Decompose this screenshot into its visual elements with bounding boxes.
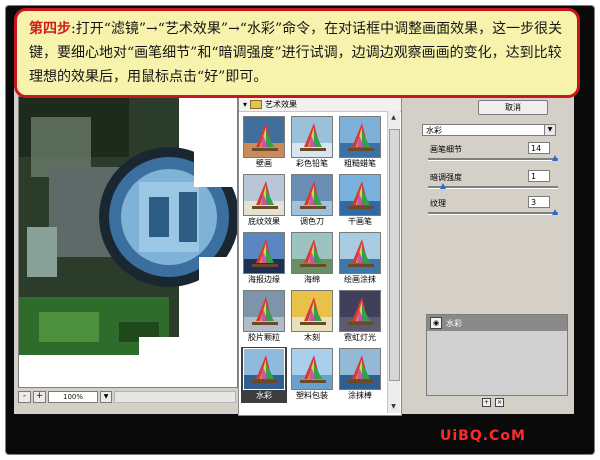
filter-thumbnail[interactable]: 粗糙蜡笔 [337,115,383,171]
sailboat-thumbnail-icon [339,174,381,216]
watercolor-preview-art [19,97,237,387]
param-label: 暗调强度 [430,173,462,182]
filter-thumbnail-label: 海报边缘 [248,275,280,284]
param-slider-row: 画笔细节 14 [422,142,558,168]
eye-icon[interactable]: ◉ [430,317,442,329]
preview-horizontal-scrollbar[interactable] [114,391,236,403]
effect-layer-label: 水彩 [446,318,462,328]
trash-icon[interactable]: × [495,398,504,407]
sailboat-thumbnail-icon [291,348,333,390]
filter-thumbnail-label: 胶片颗粒 [248,333,280,342]
filter-gallery: ▾ 艺术效果 壁画 彩色铅笔 粗糙蜡笔底纹效果 调色刀 干画笔海报边缘 海绵 绘画涂抹胶片颗… [238,96,402,416]
category-header[interactable]: ▾ 艺术效果 [239,97,401,112]
filter-thumbnail[interactable]: 霓虹灯光 [337,289,383,345]
sailboat-thumbnail-icon [339,116,381,158]
filter-thumbnail-label: 粗糙蜡笔 [344,159,376,168]
folder-icon [250,99,263,109]
filter-thumbnail[interactable]: 塑料包装 [289,347,335,403]
sailboat-thumbnail-icon [243,116,285,158]
sailboat-thumbnail-icon [291,290,333,332]
param-slider-track[interactable] [428,212,558,215]
filter-thumbnail[interactable]: 绘画涂抹 [337,231,383,287]
sailboat-thumbnail-icon [243,348,285,390]
filter-thumbnail[interactable]: 木刻 [289,289,335,345]
category-label: 艺术效果 [265,99,298,109]
instruction-banner: 第四步:打开“滤镜”→“艺术效果”→“水彩”命令，在对话框中调整画面效果，这一步… [14,8,580,98]
sailboat-thumbnail-icon [291,116,333,158]
scroll-thumb[interactable] [389,129,400,381]
options-panel: 取消 水彩 ▼ 画笔细节 14 暗调强度 1 纹理 3 ◉ 水彩 + × [406,84,574,414]
filter-thumbnail-label: 涂抹棒 [348,391,372,400]
effect-layer-row[interactable]: ◉ 水彩 [427,315,567,331]
param-value-input[interactable]: 14 [528,142,550,154]
cancel-button[interactable]: 取消 [478,100,548,115]
param-slider-row: 纹理 3 [422,196,558,222]
gallery-scrollbar[interactable]: ▲ ▼ [387,111,400,413]
filter-select[interactable]: 水彩 ▼ [422,124,556,136]
filter-thumbnail[interactable]: 底纹效果 [241,173,287,229]
filter-thumbnail-label: 调色刀 [300,217,324,226]
param-label: 画笔细节 [430,145,462,154]
sailboat-thumbnail-icon [339,348,381,390]
effect-layers-panel: ◉ 水彩 [426,314,568,396]
filter-thumbnail-label: 霓虹灯光 [344,333,376,342]
param-value-input[interactable]: 3 [528,196,550,208]
param-slider-knob[interactable] [440,183,447,189]
scroll-down-icon[interactable]: ▼ [389,402,398,411]
param-value-input[interactable]: 1 [528,170,550,182]
layer-tools: + × [482,398,504,407]
filter-grid: 壁画 彩色铅笔 粗糙蜡笔底纹效果 调色刀 干画笔海报边缘 海绵 绘画涂抹胶片颗粒 木刻 霓虹灯光… [241,115,383,403]
filter-thumbnail[interactable]: 涂抹棒 [337,347,383,403]
param-slider-row: 暗调强度 1 [422,170,558,196]
filter-thumbnail[interactable]: 彩色铅笔 [289,115,335,171]
sailboat-thumbnail-icon [243,174,285,216]
sailboat-thumbnail-icon [291,232,333,274]
sailboat-thumbnail-icon [339,232,381,274]
filter-select-value: 水彩 [426,126,442,135]
sailboat-thumbnail-icon [291,174,333,216]
site-watermark: UiBQ.CoM [440,428,526,444]
filter-thumbnail[interactable]: 水彩 [241,347,287,403]
preview-statusbar: - + 100% ▼ [18,390,236,404]
filter-thumbnail-label: 底纹效果 [248,217,280,226]
instruction-text: :打开“滤镜”→“艺术效果”→“水彩”命令，在对话框中调整画面效果，这一步很关键… [29,21,563,85]
filter-thumbnail[interactable]: 海绵 [289,231,335,287]
sailboat-thumbnail-icon [243,290,285,332]
filter-thumbnail-label: 海绵 [304,275,320,284]
filter-thumbnail[interactable]: 壁画 [241,115,287,171]
filter-thumbnail-label: 绘画涂抹 [344,275,376,284]
param-slider-knob[interactable] [552,209,558,215]
step-label: 第四步 [29,21,71,37]
zoom-in-button[interactable]: + [33,391,46,403]
filter-thumbnail[interactable]: 干画笔 [337,173,383,229]
param-slider-knob[interactable] [552,155,558,161]
filter-thumbnail-label: 壁画 [256,159,272,168]
zoom-out-button[interactable]: - [18,391,31,403]
filter-thumbnail-label: 彩色铅笔 [296,159,328,168]
chevron-down-icon: ▾ [243,99,248,109]
filter-thumbnail[interactable]: 胶片颗粒 [241,289,287,345]
filter-thumbnail-label: 塑料包装 [296,391,328,400]
filter-thumbnail-label: 水彩 [256,391,272,400]
new-layer-icon[interactable]: + [482,398,491,407]
filter-thumbnail[interactable]: 海报边缘 [241,231,287,287]
filter-thumbnail-label: 干画笔 [348,217,372,226]
preview-image[interactable] [18,96,238,388]
filter-thumbnail-label: 木刻 [304,333,320,342]
filter-dialog: - + 100% ▼ ▾ 艺术效果 壁画 彩色铅笔 粗糙蜡笔底纹效果 调色刀 干画笔海报… [14,84,574,416]
sailboat-thumbnail-icon [243,232,285,274]
param-label: 纹理 [430,199,446,208]
param-slider-track[interactable] [428,186,558,189]
zoom-value[interactable]: 100% [48,391,98,403]
filter-thumbnail[interactable]: 调色刀 [289,173,335,229]
sailboat-thumbnail-icon [339,290,381,332]
param-slider-track[interactable] [428,158,558,161]
chevron-down-icon[interactable]: ▼ [100,391,112,403]
chevron-down-icon: ▼ [544,125,555,135]
scroll-up-icon[interactable]: ▲ [389,113,398,122]
